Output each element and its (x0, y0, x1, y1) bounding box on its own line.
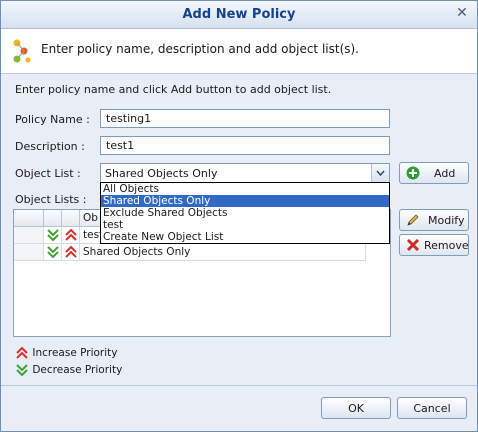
increase-priority-icon (16, 346, 28, 359)
object-list-label: Object List : (15, 167, 81, 180)
header-text: Enter policy name, description and add o… (41, 42, 359, 56)
increase-priority-icon[interactable] (62, 244, 80, 261)
dropdown-option-test[interactable]: test (101, 219, 389, 231)
remove-button[interactable]: Remove (399, 234, 469, 256)
dropdown-option-all-objects[interactable]: All Objects (101, 183, 389, 195)
chevron-down-icon (376, 170, 385, 176)
ok-button-label: OK (348, 402, 364, 415)
dropdown-button[interactable] (371, 164, 389, 182)
title-bar[interactable]: Add New Policy ✕ (1, 1, 477, 29)
description-label: Description : (15, 140, 85, 153)
cancel-button[interactable]: Cancel (397, 397, 467, 419)
remove-x-icon (406, 238, 420, 252)
dropdown-option-shared-objects-only[interactable]: Shared Objects Only (101, 195, 389, 207)
object-list-dropdown: All Objects Shared Objects Only Exclude … (100, 182, 390, 244)
modify-button[interactable]: Modify (399, 209, 469, 231)
ok-button[interactable]: OK (321, 397, 391, 419)
add-button-label: Add (434, 167, 456, 180)
legend-decrease: Decrease Priority (15, 363, 122, 377)
cancel-button-label: Cancel (413, 402, 451, 415)
increase-priority-icon[interactable] (62, 227, 80, 244)
description-input[interactable]: test1 (100, 136, 390, 155)
add-icon (406, 166, 420, 180)
dialog-header: Enter policy name, description and add o… (1, 29, 477, 74)
dropdown-option-exclude-shared[interactable]: Exclude Shared Objects (101, 207, 389, 219)
dropdown-option-create-new[interactable]: Create New Object List (101, 231, 389, 243)
row-name: Shared Objects Only (83, 246, 191, 258)
pencil-icon (407, 214, 419, 226)
policy-logo-icon (13, 39, 31, 63)
policy-name-label: Policy Name : (15, 113, 90, 126)
close-icon[interactable]: ✕ (455, 6, 469, 20)
dialog-window: Add New Policy ✕ Enter policy name, desc… (0, 0, 478, 432)
footer-divider (1, 385, 477, 386)
decrease-priority-icon[interactable] (44, 244, 62, 261)
window-title: Add New Policy (182, 7, 296, 22)
decrease-priority-icon (16, 364, 28, 377)
remove-button-label: Remove (424, 239, 469, 252)
legend-increase-label: Increase Priority (32, 347, 118, 359)
object-list-selected-value: Shared Objects Only (105, 167, 218, 180)
instructions-text: Enter policy name and click Add button t… (15, 83, 332, 96)
modify-button-label: Modify (428, 214, 465, 227)
object-list-select[interactable]: Shared Objects Only (100, 163, 390, 183)
object-lists-label: Object Lists : (15, 193, 87, 206)
decrease-priority-icon[interactable] (44, 227, 62, 244)
policy-name-input[interactable]: testing1 (100, 109, 390, 128)
legend-decrease-label: Decrease Priority (32, 364, 123, 376)
legend-increase: Increase Priority (15, 346, 118, 360)
add-button[interactable]: Add (399, 162, 469, 184)
